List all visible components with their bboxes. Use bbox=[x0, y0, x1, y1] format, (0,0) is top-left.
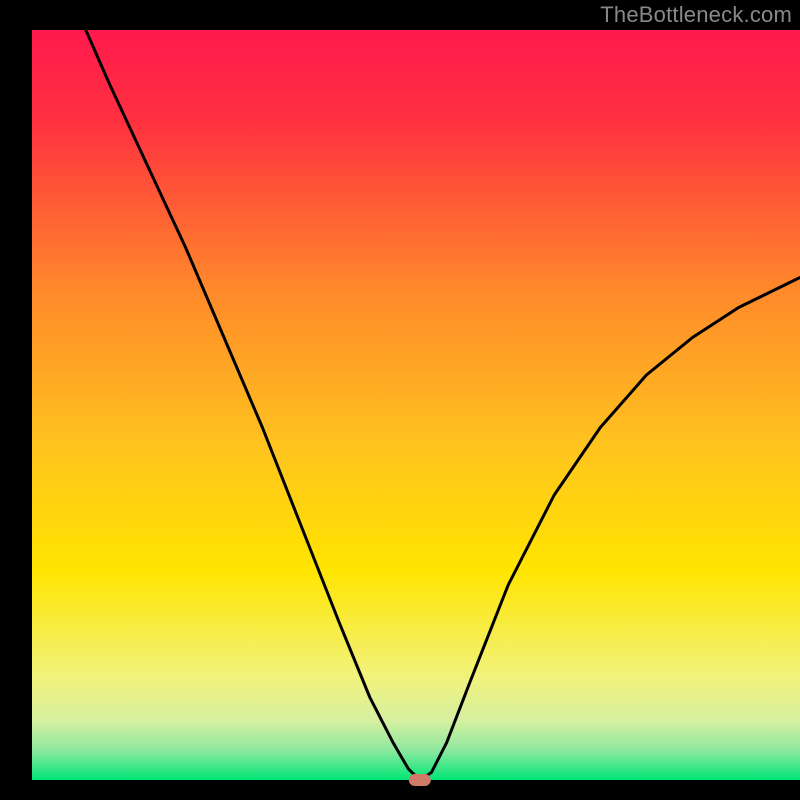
bottleneck-chart: TheBottleneck.com bbox=[0, 0, 800, 800]
optimal-marker bbox=[409, 774, 431, 786]
watermark-label: TheBottleneck.com bbox=[600, 2, 792, 28]
chart-gradient-bg bbox=[32, 30, 800, 780]
chart-canvas bbox=[0, 0, 800, 800]
